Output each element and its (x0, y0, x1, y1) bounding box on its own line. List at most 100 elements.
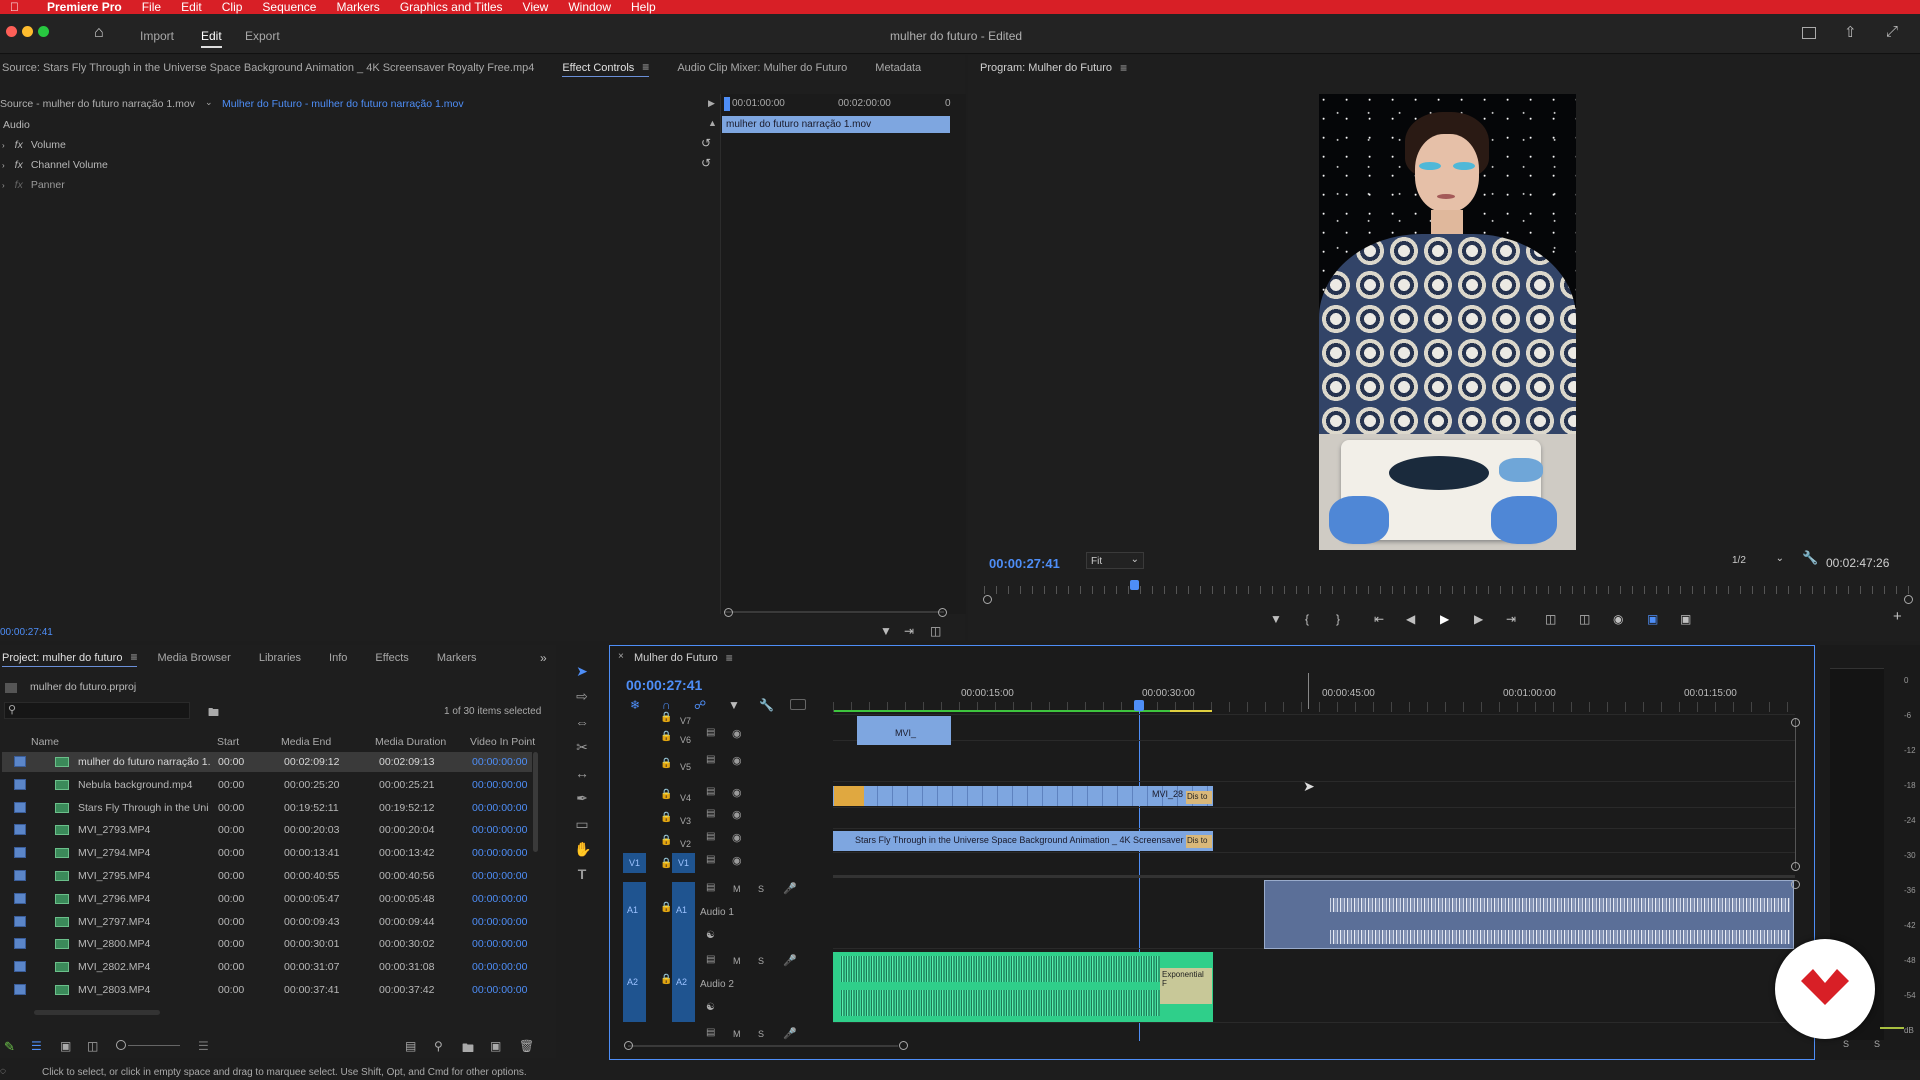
meter-solo-left[interactable]: S (1843, 1039, 1849, 1049)
program-tab[interactable]: Program: Mulher do Futuro ≡ (980, 57, 1127, 79)
audio-2-name[interactable]: Audio 2 (700, 979, 734, 990)
clip-label-color-icon[interactable] (14, 892, 26, 904)
effect-clip[interactable]: mulher do futuro narração 1.mov (722, 116, 950, 133)
lock-icon[interactable]: 🔒 (660, 902, 672, 913)
sort-icon[interactable]: ☰ (198, 1039, 209, 1053)
linked-selection-icon[interactable]: ☍ (694, 698, 706, 712)
volume-knob-icon[interactable]: ☯ (706, 1002, 715, 1013)
source-patch-v1[interactable]: V1 (623, 853, 646, 873)
timeline-tab[interactable]: Mulher do Futuro ≡ (634, 647, 733, 669)
zoom-handle-left[interactable] (983, 595, 992, 604)
clip-label-color-icon[interactable] (14, 824, 26, 836)
go-to-out-icon[interactable]: ⇥ (1506, 612, 1516, 626)
menu-icon[interactable]: ≡ (726, 651, 733, 665)
source-patch-a2[interactable]: A2 (627, 977, 638, 987)
chevron-right-icon[interactable]: › (2, 161, 5, 170)
eye-icon[interactable]: ◉ (732, 727, 742, 740)
timeline-v-scroll[interactable] (1795, 718, 1796, 868)
sync-icon[interactable]: ▤ (706, 1027, 715, 1038)
clip-v2[interactable]: Stars Fly Through in the Universe Space … (833, 831, 1213, 851)
track-select-tool-icon[interactable]: ⇨ (574, 688, 590, 704)
zoom-slider-handle[interactable] (116, 1040, 126, 1050)
pencil-icon[interactable]: ✎ (4, 1039, 15, 1055)
filter-icon[interactable]: ▼ (880, 624, 892, 638)
clip-label-color-icon[interactable] (14, 756, 26, 767)
clip-a2-transition[interactable]: Exponential F (1160, 968, 1212, 1004)
clip-label-color-icon[interactable] (14, 961, 26, 973)
tab-effect-controls[interactable]: Effect Controls ≡ (562, 60, 650, 77)
tab-metadata[interactable]: Metadata (875, 62, 921, 74)
export-clip-icon[interactable]: ◫ (930, 624, 941, 638)
fit-dropdown[interactable]: Fit ⌄ (1086, 552, 1144, 569)
clip-label-color-icon[interactable] (14, 870, 26, 881)
close-window-button[interactable] (6, 26, 17, 37)
pen-tool-icon[interactable]: ✒ (574, 790, 590, 806)
list-view-icon[interactable]: ☰ (31, 1039, 42, 1053)
wrench-icon[interactable]: 🔧 (759, 698, 774, 712)
clip-sequence-selector[interactable]: Mulher do Futuro - mulher do futuro narr… (222, 98, 464, 110)
fx-icon[interactable]: fx (15, 139, 23, 151)
chevron-right-icon[interactable]: › (2, 181, 5, 190)
zoom-handle-left[interactable] (724, 608, 733, 617)
tab-edit[interactable]: Edit (201, 29, 222, 48)
apple-icon[interactable]:  (10, 0, 19, 14)
menu-markers[interactable]: Markers (336, 0, 379, 14)
volume-knob-icon[interactable]: ☯ (706, 930, 715, 941)
lock-icon[interactable]: 🔒 (660, 812, 672, 823)
tab-audio-clip-mixer[interactable]: Audio Clip Mixer: Mulher do Futuro (677, 62, 847, 74)
fx-icon[interactable]: fx (15, 159, 23, 171)
step-back-icon[interactable]: ◀ (1406, 612, 1415, 626)
effect-playhead[interactable] (724, 97, 730, 111)
add-button-icon[interactable]: + (1893, 608, 1902, 625)
rectangle-tool-icon[interactable]: ▭ (574, 816, 590, 832)
tab-libraries[interactable]: Libraries (259, 652, 301, 664)
column-start[interactable]: Start (217, 736, 239, 748)
program-playhead[interactable] (1130, 580, 1139, 590)
scroll-handle[interactable] (1791, 880, 1800, 889)
effect-panner[interactable]: › fx Panner (2, 179, 65, 191)
project-search-input[interactable] (4, 702, 190, 719)
track-a1-label[interactable]: A1 (676, 905, 687, 915)
mute-button[interactable]: M (733, 1029, 741, 1039)
ripple-edit-tool-icon[interactable]: ⇔ (574, 714, 590, 730)
new-item-icon[interactable]: ▣ (490, 1039, 501, 1053)
menu-sequence[interactable]: Sequence (262, 0, 316, 14)
razor-tool-icon[interactable]: ✂ (574, 739, 590, 755)
tab-info[interactable]: Info (329, 652, 347, 664)
new-bin-icon[interactable]: 🖿 (462, 1039, 474, 1060)
meter-solo-right[interactable]: S (1874, 1039, 1880, 1049)
slip-tool-icon[interactable]: ↔ (574, 765, 590, 781)
video-audio-divider[interactable] (833, 875, 1795, 878)
clip-label-color-icon[interactable] (14, 847, 26, 859)
add-marker-icon[interactable]: ▼ (728, 698, 740, 712)
share-icon[interactable]: ⇧ (1844, 23, 1857, 41)
minimize-window-button[interactable] (22, 26, 33, 37)
menu-view[interactable]: View (523, 0, 549, 14)
trash-icon[interactable]: 🗑 (519, 1039, 534, 1053)
fullscreen-icon[interactable]: ⤢ (1886, 23, 1898, 40)
go-to-in-icon[interactable]: ⇤ (1374, 612, 1384, 626)
menu-clip[interactable]: Clip (222, 0, 243, 14)
clip-label-color-icon[interactable] (14, 801, 26, 813)
reset-icon[interactable]: ↺ (701, 156, 711, 170)
lock-icon[interactable]: 🔒 (660, 974, 672, 985)
type-tool-icon[interactable]: T (574, 866, 590, 882)
step-forward-icon[interactable]: ▶ (1474, 612, 1483, 626)
timeline-h-scroll[interactable] (628, 1045, 898, 1047)
tab-export[interactable]: Export (245, 29, 280, 43)
tab-source[interactable]: Source: Stars Fly Through in the Univers… (2, 62, 534, 74)
fx-icon[interactable]: fx (15, 179, 23, 191)
sync-icon[interactable]: ▤ (706, 954, 715, 965)
lock-icon[interactable]: 🔒 (660, 712, 672, 723)
mute-button[interactable]: M (733, 956, 741, 966)
program-timecode[interactable]: 00:00:27:41 (989, 556, 1060, 571)
clip-label-color-icon[interactable] (14, 778, 26, 790)
eye-icon[interactable]: ◉ (732, 786, 742, 799)
track-v1-label[interactable]: V1 (672, 853, 695, 873)
sync-icon[interactable]: ▤ (706, 786, 715, 797)
resolution-dropdown[interactable]: 1/2 ⌄ (1726, 552, 1786, 569)
close-icon[interactable]: × (618, 651, 624, 662)
tab-project[interactable]: Project: mulher do futuro ≡ (2, 650, 138, 667)
sync-icon[interactable]: ▤ (706, 882, 715, 893)
column-name[interactable]: Name (31, 736, 59, 748)
